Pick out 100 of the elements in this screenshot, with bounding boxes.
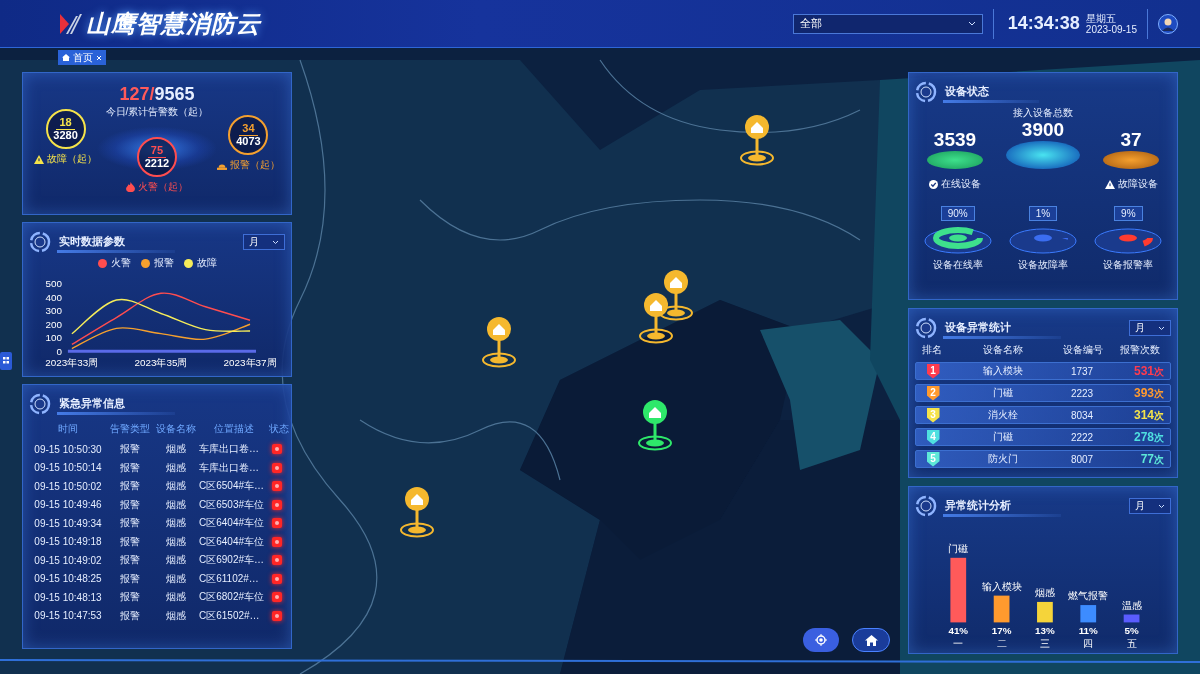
column-header: 设备编号	[1062, 343, 1104, 357]
table-cell-text: 烟感	[165, 497, 187, 512]
tab[interactable]: 首页	[58, 50, 106, 65]
warning-icon	[1104, 179, 1115, 189]
weekday: 星期五	[1085, 12, 1117, 24]
table-cell-text: 09-15 10:50:14	[33, 462, 103, 474]
chart-bar	[1037, 601, 1053, 623]
period-dropdown[interactable]: 月	[1129, 320, 1171, 336]
side-toggle-button[interactable]	[0, 352, 12, 370]
category-label: 火警（起）	[138, 180, 188, 194]
map-pin-icon[interactable]	[399, 486, 435, 538]
table-cell-text: 09-15 10:48:13	[33, 591, 103, 603]
column-header: 时间	[57, 422, 79, 436]
table-cell-text: 8034	[1069, 409, 1095, 421]
map-pin-icon[interactable]	[739, 114, 775, 166]
axis-label: 400	[45, 291, 62, 303]
total-count: 3900	[1021, 120, 1065, 139]
app-title: 山鹰智慧消防云	[86, 8, 261, 39]
total-count: 3280	[53, 129, 78, 142]
column-header: 排名	[921, 343, 943, 357]
table-cell-text: 09-15 10:50:02	[33, 480, 103, 492]
logo-icon	[60, 11, 82, 36]
bar-label: 燃气报警	[1068, 590, 1109, 602]
legend-label: 故障	[196, 256, 217, 270]
table-cell-text: C区61502#…	[199, 608, 261, 623]
table-cell-text: 314次	[1132, 407, 1165, 423]
rank-badge: 4	[926, 429, 940, 445]
column-header: 告警类型	[109, 422, 151, 436]
table-cell-text: 门磁	[992, 430, 1014, 444]
table-cell-text: C区6404#车位	[199, 516, 266, 531]
value-label: 41%	[948, 625, 969, 637]
ring-icon	[29, 231, 51, 253]
legend-label: 火警	[110, 256, 131, 270]
table-cell-text: 393次	[1132, 385, 1165, 401]
disc-icon	[1103, 151, 1159, 169]
axis-label: 500	[45, 278, 62, 290]
axis-label: 100	[45, 332, 62, 344]
table-cell-text: 报警	[119, 571, 141, 586]
table-cell-text: 09-15 10:49:02	[33, 554, 103, 566]
avatar-icon[interactable]	[1158, 13, 1178, 34]
rate-label: 设备报警率	[1103, 258, 1154, 272]
table-cell-text: 烟感	[165, 590, 187, 605]
caret-icon	[272, 239, 279, 245]
map-pin-icon[interactable]	[481, 316, 517, 368]
chart-bar	[1080, 605, 1097, 623]
total-count: 2212	[144, 157, 170, 170]
axis-label: 四	[1083, 638, 1094, 648]
table-cell-text: 报警	[119, 534, 141, 549]
rate-value: 1%	[1028, 206, 1058, 221]
home-icon	[864, 634, 878, 646]
column-header: 设备名称	[982, 343, 1024, 357]
bar-label: 输入模块	[981, 580, 1022, 592]
chart-bar	[993, 595, 1010, 623]
axis-label: 300	[45, 305, 62, 317]
table-cell-text: C区6503#车位	[199, 497, 266, 512]
fault-label: 故障设备	[1117, 177, 1158, 191]
today-count: 75	[147, 144, 167, 158]
table-cell-text: 烟感	[165, 479, 187, 494]
map-pin-icon[interactable]	[638, 292, 674, 344]
disc-icon	[927, 151, 983, 169]
map-pin-icon[interactable]	[637, 399, 673, 451]
check-icon	[929, 179, 938, 189]
ring-icon	[29, 393, 51, 415]
axis-label: 2023年33周	[45, 357, 99, 369]
table-cell-text: 报警	[119, 590, 141, 605]
table-cell-text: 09-15 10:49:46	[33, 499, 103, 511]
fault-count: 37	[1120, 130, 1142, 149]
period-dropdown[interactable]: 月	[1129, 498, 1171, 514]
column-header: 位置描述	[213, 422, 255, 436]
caret-icon	[1158, 325, 1165, 331]
total-label: 接入设备总数	[1013, 106, 1073, 120]
table-cell-text: 报警	[119, 442, 141, 457]
today-count: 34	[239, 122, 258, 136]
rank-badge: 2	[926, 385, 940, 401]
table-cell-text: 09-15 10:49:18	[33, 536, 103, 548]
axis-label: 2023年35周	[134, 357, 188, 369]
chart-bar	[1123, 614, 1140, 623]
rank-badge: 1	[926, 363, 940, 379]
value-label: 17%	[991, 625, 1012, 637]
bar-label: 烟感	[1034, 587, 1055, 598]
axis-label: 0	[56, 345, 62, 357]
table-cell-text: 09-15 10:50:30	[33, 443, 103, 455]
table-cell-text: 报警	[119, 497, 141, 512]
table-cell-text: 09-15 10:48:25	[33, 573, 103, 585]
table-cell-text: 报警	[119, 516, 141, 531]
region-dropdown[interactable]: 全部	[792, 13, 983, 34]
table-cell-text: C区6504#车…	[199, 479, 266, 494]
table-cell-text: C区61102#…	[199, 571, 260, 586]
table-cell-text: 报警	[119, 553, 141, 568]
table-cell-text: 278次	[1132, 429, 1165, 445]
period-dropdown[interactable]: 月	[243, 234, 285, 250]
today-count: 18	[56, 116, 75, 130]
table-cell-text: 烟感	[165, 608, 187, 623]
chart-bar	[950, 557, 967, 623]
rate-value: 90%	[940, 206, 975, 221]
warning-icon	[34, 154, 45, 164]
table-cell-text: 2223	[1069, 387, 1095, 399]
rate-value: 9%	[1114, 206, 1143, 221]
total-count: 4073	[236, 135, 261, 148]
close-icon[interactable]	[96, 54, 102, 61]
